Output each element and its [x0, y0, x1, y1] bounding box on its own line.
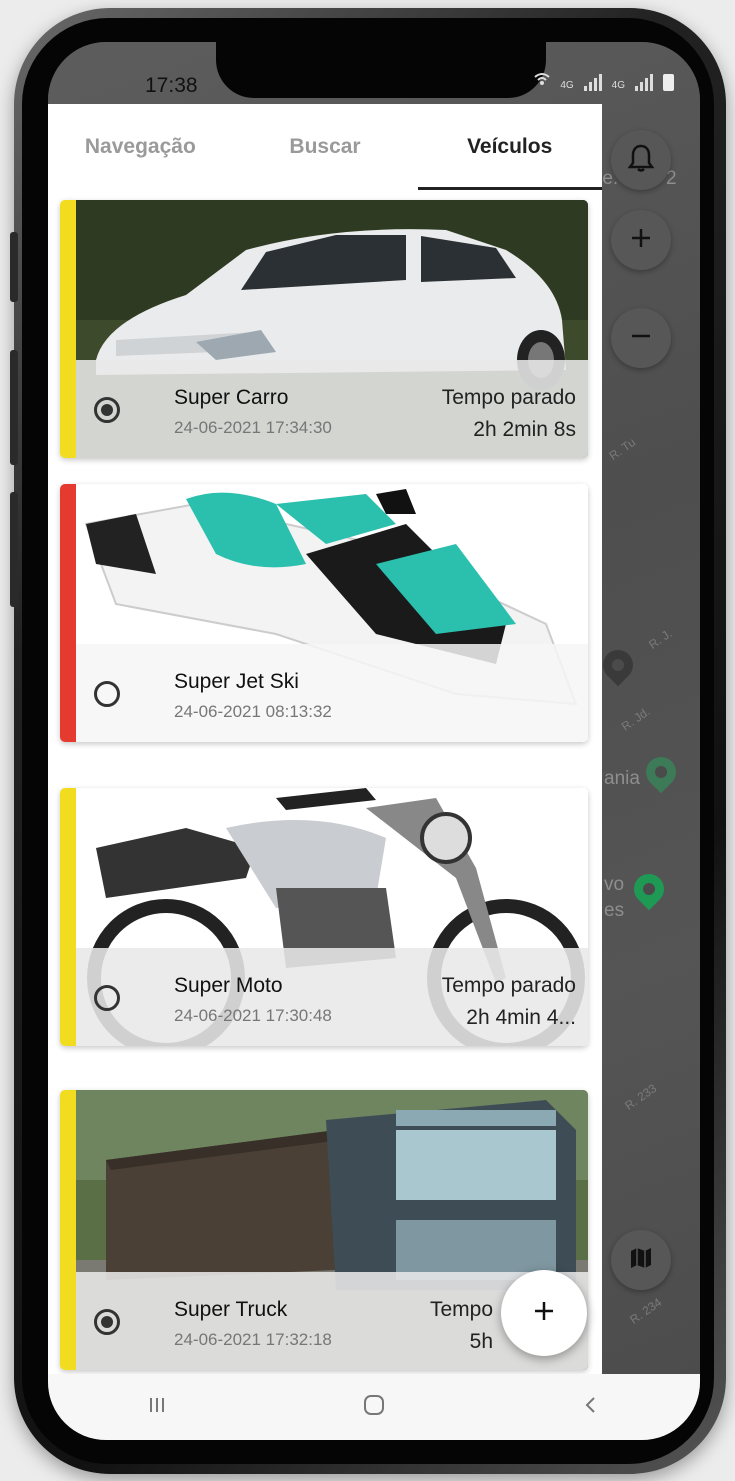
vehicle-select-radio[interactable]	[94, 397, 120, 423]
map-label: ania	[604, 768, 640, 789]
add-vehicle-button[interactable]	[501, 1270, 587, 1356]
stopped-time-value: 2h 2min 8s	[473, 418, 576, 441]
system-nav-bar	[48, 1374, 700, 1440]
tab-bar: Navegação Buscar Veículos	[48, 104, 602, 194]
stopped-time-label: Tempo parado	[441, 386, 576, 409]
vehicles-drawer: Navegação Buscar Veículos Super Carro 24…	[48, 104, 602, 1374]
network-type: 4G	[611, 80, 625, 91]
zoom-out-button[interactable]	[611, 308, 671, 368]
vehicle-timestamp: 24-06-2021 17:32:18	[174, 1330, 332, 1349]
vehicle-name: Super Moto	[174, 974, 283, 997]
map-pin-icon[interactable]	[639, 750, 683, 794]
phone-volume-up	[10, 350, 18, 465]
bell-icon	[627, 143, 655, 178]
vehicle-name: Super Truck	[174, 1298, 288, 1321]
back-icon	[581, 1395, 601, 1420]
map-road-label: R. J.	[646, 626, 675, 652]
map-road-label: R. 233	[622, 1081, 660, 1113]
home-button[interactable]	[334, 1382, 414, 1432]
phone-volume-down	[10, 492, 18, 607]
map-pin-icon[interactable]	[596, 643, 640, 687]
network-type: 4G	[560, 80, 574, 91]
vehicle-card-super-carro[interactable]: Super Carro 24-06-2021 17:34:30 Tempo pa…	[60, 200, 588, 458]
recents-icon	[147, 1395, 167, 1420]
status-icons: 4G 4G	[534, 72, 674, 91]
map-road-label: R. Jd.	[618, 704, 653, 734]
map-pin-icon[interactable]	[627, 867, 671, 911]
vehicle-timestamp: 24-06-2021 17:30:48	[174, 1006, 332, 1025]
notifications-button[interactable]	[611, 130, 671, 190]
plus-icon	[630, 227, 652, 254]
stopped-time-label: Tempo	[429, 1298, 493, 1321]
signal-icon	[583, 74, 602, 91]
vehicle-timestamp: 24-06-2021 17:34:30	[174, 418, 332, 437]
vehicle-info-panel: Super Jet Ski 24-06-2021 08:13:32	[76, 644, 588, 742]
vehicle-name: Super Carro	[174, 386, 289, 409]
vehicle-select-radio[interactable]	[94, 1309, 120, 1335]
map-label: vo	[604, 874, 625, 895]
plus-icon	[532, 1299, 556, 1328]
wifi-icon	[534, 72, 550, 91]
battery-icon	[663, 74, 674, 91]
signal-icon	[635, 74, 653, 91]
vehicle-timestamp: 24-06-2021 08:13:32	[174, 702, 332, 721]
camera-notch	[216, 42, 546, 98]
minus-icon	[630, 325, 652, 352]
vehicle-name: Super Jet Ski	[174, 670, 299, 693]
vehicle-select-radio[interactable]	[94, 681, 120, 707]
status-accent-bar	[60, 484, 76, 742]
back-button[interactable]	[551, 1382, 631, 1432]
vehicle-info-panel: Super Carro 24-06-2021 17:34:30 Tempo pa…	[76, 360, 588, 458]
recents-button[interactable]	[117, 1382, 197, 1432]
stopped-time-value: 2h 4min 4...	[466, 1006, 576, 1029]
home-icon	[362, 1393, 386, 1422]
map-label: es	[604, 900, 625, 921]
map-road-label: R. Tu	[606, 435, 639, 463]
zoom-in-button[interactable]	[611, 210, 671, 270]
tab-veiculos[interactable]: Veículos	[417, 104, 602, 194]
status-accent-bar	[60, 788, 76, 1046]
phone-screen: re. 2 ania vo es R. Tu R. J. R. Jd. R. 2…	[48, 42, 700, 1440]
vehicle-card-super-moto[interactable]: Super Moto 24-06-2021 17:30:48 Tempo par…	[60, 788, 588, 1046]
vehicle-card-super-jet-ski[interactable]: Super Jet Ski 24-06-2021 08:13:32	[60, 484, 588, 742]
phone-mute-switch	[10, 232, 18, 302]
map-layers-button[interactable]	[611, 1230, 671, 1290]
tab-navegacao[interactable]: Navegação	[48, 104, 233, 194]
status-time: 17:38	[145, 74, 198, 97]
stopped-time-value: 5h	[469, 1330, 493, 1353]
status-accent-bar	[60, 200, 76, 458]
vehicle-info-panel: Super Moto 24-06-2021 17:30:48 Tempo par…	[76, 948, 588, 1046]
map-road-label: R. 234	[627, 1295, 665, 1327]
map-icon	[629, 1246, 653, 1275]
tab-buscar[interactable]: Buscar	[233, 104, 418, 194]
status-accent-bar	[60, 1090, 76, 1370]
stopped-time-label: Tempo parado	[441, 974, 576, 997]
vehicle-select-radio[interactable]	[94, 985, 120, 1011]
active-tab-indicator	[418, 187, 602, 190]
